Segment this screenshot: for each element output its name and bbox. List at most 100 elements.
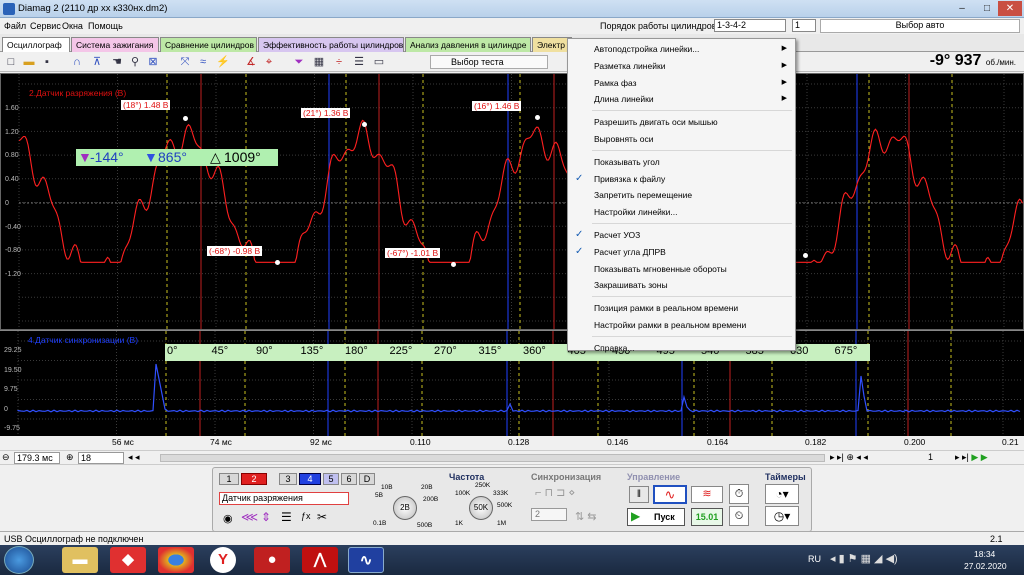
cylinder-count-select[interactable]: 1 — [792, 19, 816, 32]
test-select[interactable]: Выбор теста — [430, 55, 548, 69]
maximize-button[interactable]: □ — [975, 1, 999, 16]
tray-icons[interactable]: ◂ ▮ ⚑ ▦ ◢ ◀) — [830, 552, 898, 565]
close-button[interactable]: ✕ — [998, 1, 1022, 16]
camera-icon[interactable]: ● — [254, 547, 290, 573]
channel-1-button[interactable]: 1 — [219, 473, 239, 485]
document-icon[interactable]: ▭ — [372, 55, 386, 69]
vacuum-plot[interactable]: 2.Датчик разряжения (В) 1.60 1.20 0.80 0.40… — [0, 73, 1024, 330]
time-select[interactable]: 179.3 мс — [14, 452, 60, 464]
tools-icon[interactable]: ✂ — [317, 510, 327, 524]
tab-oscilloscope[interactable]: Осциллограф — [2, 37, 70, 52]
voltage-knob[interactable]: 10В 5В 0.1В 20В 200В 500В 2В — [371, 478, 443, 530]
menu-item[interactable]: Рамка фаз ▶ — [568, 75, 795, 91]
open-folder-icon[interactable]: ▬ — [22, 55, 36, 69]
menu-help[interactable]: Помощь — [88, 21, 123, 31]
zoom-icon[interactable]: ⚲ — [128, 55, 142, 69]
volt-dial[interactable]: 2В — [393, 496, 417, 520]
menu-item[interactable]: Справка... — [568, 340, 795, 356]
save-icon[interactable]: ▪ — [40, 55, 54, 69]
menu-item[interactable]: Расчет УОЗ ✓ — [568, 227, 795, 243]
invert-icon[interactable]: ⇕ — [261, 510, 271, 524]
timer-2-button[interactable]: ◷▾ — [765, 506, 799, 526]
menu-windows[interactable]: Окна — [62, 21, 83, 31]
app-red-icon[interactable]: ◆ — [110, 547, 146, 573]
fit-icon[interactable]: ⊠ — [146, 55, 160, 69]
eye-icon[interactable]: ◉ — [223, 512, 233, 525]
cursor-icon[interactable]: ⊼ — [90, 55, 104, 69]
ignition-icon[interactable]: ⚡ — [216, 55, 230, 69]
explorer-icon[interactable]: ▬ — [62, 547, 98, 573]
zoom-in-icon[interactable]: ⊕ — [66, 452, 74, 463]
menu-item[interactable]: Показывать мгновенные обороты — [568, 261, 795, 277]
auto-counter-icon[interactable]: ⏲ — [729, 506, 749, 526]
auto-record-icon[interactable]: ⏱ — [729, 484, 749, 504]
zoom-out-icon[interactable]: ⊖ — [2, 452, 10, 463]
channel-4-button[interactable]: 4 — [299, 473, 321, 485]
start-button[interactable]: ▶ Пуск — [627, 508, 685, 526]
degree-icon[interactable]: ∡ — [244, 55, 258, 69]
menu-item[interactable]: Длина линейки ▶ — [568, 91, 795, 107]
settings-icon[interactable]: ☰ — [352, 55, 366, 69]
menu-service[interactable]: Сервис — [30, 21, 61, 31]
scroll-left-icon[interactable]: ◂ ◂ — [128, 452, 140, 463]
sync-extra-icons[interactable]: ⇅ ⇆ — [575, 510, 597, 523]
channel-3-button[interactable]: 3 — [279, 473, 297, 485]
diamag-icon[interactable]: ∿ — [348, 547, 384, 573]
sensor-select[interactable]: Датчик разряжения — [219, 492, 349, 505]
menu-item[interactable]: Разрешить двигать оси мышью — [568, 114, 795, 130]
channel-2-button[interactable]: 2 — [241, 473, 267, 485]
marker-icon[interactable]: ⌖ — [262, 55, 276, 69]
tab-ignition[interactable]: Система зажигания — [71, 37, 159, 52]
menu-item[interactable]: Выровнять оси — [568, 131, 795, 147]
channel-6-button[interactable]: 6 — [341, 473, 357, 485]
split-icon[interactable]: ⤧ — [178, 55, 192, 69]
freq-dial[interactable]: 50K — [469, 496, 493, 520]
tab-pressure[interactable]: Анализ давления в цилиндре — [405, 37, 531, 52]
select-auto-button[interactable]: Выбор авто — [820, 19, 1020, 33]
start-menu-icon[interactable] — [4, 546, 34, 574]
tab-electric[interactable]: Электр — [532, 37, 572, 52]
menu-item[interactable]: Позиция рамки в реальном времени — [568, 300, 795, 316]
minimize-button[interactable]: – — [950, 1, 974, 16]
lines-icon[interactable]: ☰ — [281, 510, 292, 524]
sine-mode-button[interactable]: ∿ — [653, 485, 687, 504]
play-controls-icon[interactable]: ▸ ▸| ▶ ▶ — [955, 452, 988, 463]
menu-item[interactable]: Запретить перемещение — [568, 187, 795, 203]
cylinder-order-select[interactable]: 1-3-4-2 — [714, 19, 786, 32]
filter-icon[interactable]: ⏷ — [292, 55, 306, 69]
menu-item[interactable]: Настройки линейки... — [568, 204, 795, 220]
fx-icon[interactable]: ƒx — [301, 511, 311, 521]
pdf-icon[interactable]: ⋀ — [302, 547, 338, 573]
language-indicator[interactable]: RU — [808, 554, 821, 564]
sync-select[interactable]: 2 — [531, 508, 567, 521]
menu-item[interactable]: Привязка к файлу ✓ — [568, 171, 795, 187]
horizontal-scrollbar[interactable] — [160, 454, 825, 462]
timer-1-button[interactable]: ◔▾ — [765, 484, 799, 504]
tab-efficiency[interactable]: Эффективность работы цилиндров — [258, 37, 404, 52]
menu-item[interactable]: Разметка линейки ▶ — [568, 58, 795, 74]
multi-wave-button[interactable]: ≋ — [691, 486, 723, 503]
wave-mode-icon[interactable]: ⋘ — [241, 510, 258, 524]
frequency-knob[interactable]: 250K 333K 100K 500K 1K 1M 50K — [449, 482, 515, 530]
sync-plot[interactable]: 4.Датчик синхронизации (В) 29.25 19.50 9.7… — [0, 330, 1024, 436]
menu-item[interactable]: Закрашивать зоны — [568, 277, 795, 293]
zoom-select[interactable]: 18 — [78, 452, 124, 464]
chrome-icon[interactable] — [158, 547, 194, 573]
yandex-icon[interactable]: Y — [210, 547, 236, 573]
measure-icon[interactable]: ∩ — [70, 55, 84, 69]
menu-item[interactable]: Настройки рамки в реальном времени — [568, 317, 795, 333]
menu-file[interactable]: Файл — [4, 21, 26, 31]
new-file-icon[interactable]: □ — [4, 55, 18, 69]
channel-5-button[interactable]: 5 — [323, 473, 339, 485]
nav-controls-icon[interactable]: ▸ ▸| ⊕ ◂ ◂ — [830, 452, 868, 463]
table-icon[interactable]: ▦ — [312, 55, 326, 69]
hand-icon[interactable]: ☚ — [110, 55, 124, 69]
menu-item[interactable]: Расчет угла ДПРВ ✓ — [568, 244, 795, 260]
tab-cylinder-compare[interactable]: Сравнение цилиндров — [160, 37, 257, 52]
menu-item[interactable]: Показывать угол — [568, 154, 795, 170]
menu-item[interactable]: Автоподстройка линейки... ▶ — [568, 41, 795, 57]
sync-mode-icons[interactable]: ⌐ ⊓ ⊐ ⋄ — [535, 486, 575, 499]
pause-button[interactable]: ‖ — [629, 486, 649, 503]
align-icon[interactable]: ÷ — [332, 55, 346, 69]
wave-icon[interactable]: ≈ — [196, 55, 210, 69]
